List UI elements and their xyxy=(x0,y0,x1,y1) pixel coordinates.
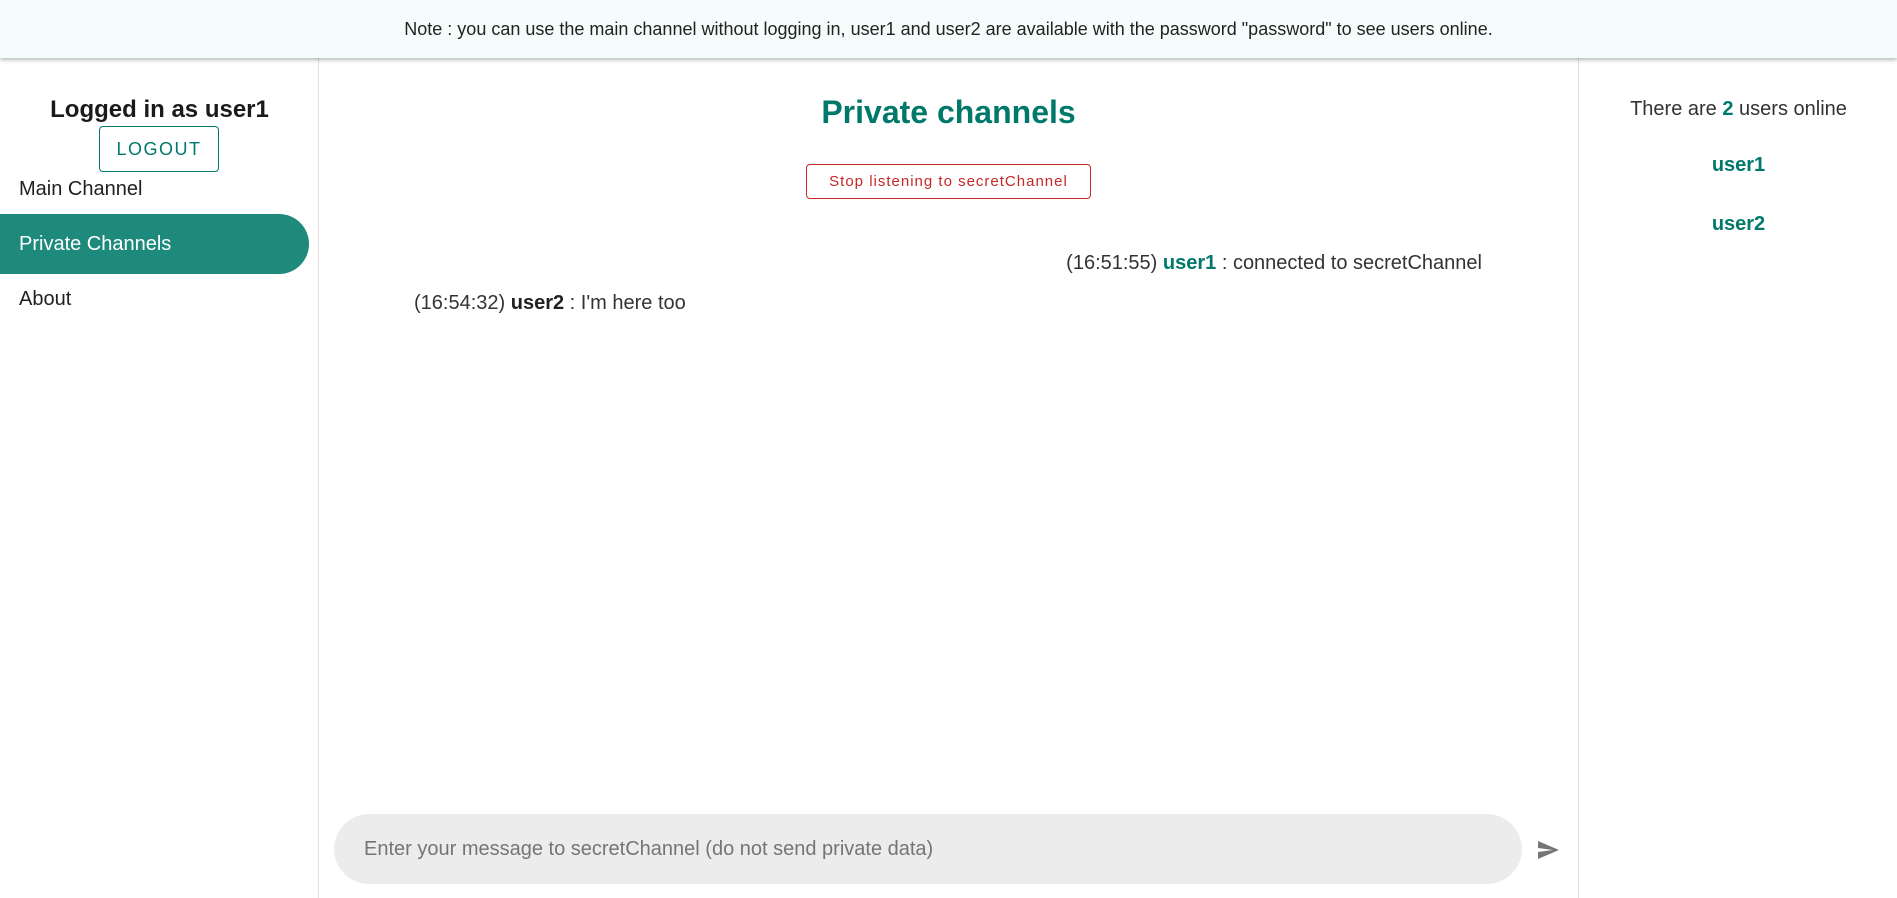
message-input[interactable] xyxy=(364,837,1484,861)
message-separator: : xyxy=(564,292,581,314)
message-user: user1 xyxy=(1162,252,1217,274)
online-count-text: There are 2 users online xyxy=(1579,98,1897,121)
online-user-item[interactable]: user1 xyxy=(1579,154,1897,177)
sidebar: Logged in as user1 LOGOUT Main Channel P… xyxy=(0,58,319,898)
send-button[interactable] xyxy=(1532,834,1564,866)
message-user: user2 xyxy=(510,292,565,314)
logged-in-label: Logged in as user1 xyxy=(50,96,269,123)
message-item: (16:54:32) user2 : I'm here too xyxy=(414,292,686,315)
online-prefix: There are xyxy=(1630,98,1723,120)
stop-listening-button[interactable]: Stop listening to secretChannel xyxy=(806,164,1091,199)
message-text: connected to secretChannel xyxy=(1232,252,1482,274)
online-suffix: users online xyxy=(1733,98,1847,120)
message-input-container xyxy=(334,814,1522,884)
sidebar-item-main-channel[interactable]: Main Channel xyxy=(0,159,309,219)
info-banner: Note : you can use the main channel with… xyxy=(0,0,1897,58)
main-panel: Private channels Stop listening to secre… xyxy=(319,58,1578,898)
online-users-panel: There are 2 users online user1 user2 xyxy=(1578,58,1897,898)
sidebar-item-private-channels[interactable]: Private Channels xyxy=(0,214,309,274)
message-time: (16:54:32) xyxy=(414,292,506,314)
message-separator: : xyxy=(1216,252,1233,274)
online-count: 2 xyxy=(1722,98,1734,120)
send-icon xyxy=(1538,841,1559,859)
page-title: Private channels xyxy=(821,94,1076,130)
message-item: (16:51:55) user1 : connected to secretCh… xyxy=(1066,252,1482,275)
message-time: (16:51:55) xyxy=(1066,252,1158,274)
banner-note: Note : you can use the main channel with… xyxy=(404,18,1493,39)
message-text: I'm here too xyxy=(580,292,686,314)
sidebar-item-about[interactable]: About xyxy=(0,269,309,329)
online-user-item[interactable]: user2 xyxy=(1579,213,1897,236)
